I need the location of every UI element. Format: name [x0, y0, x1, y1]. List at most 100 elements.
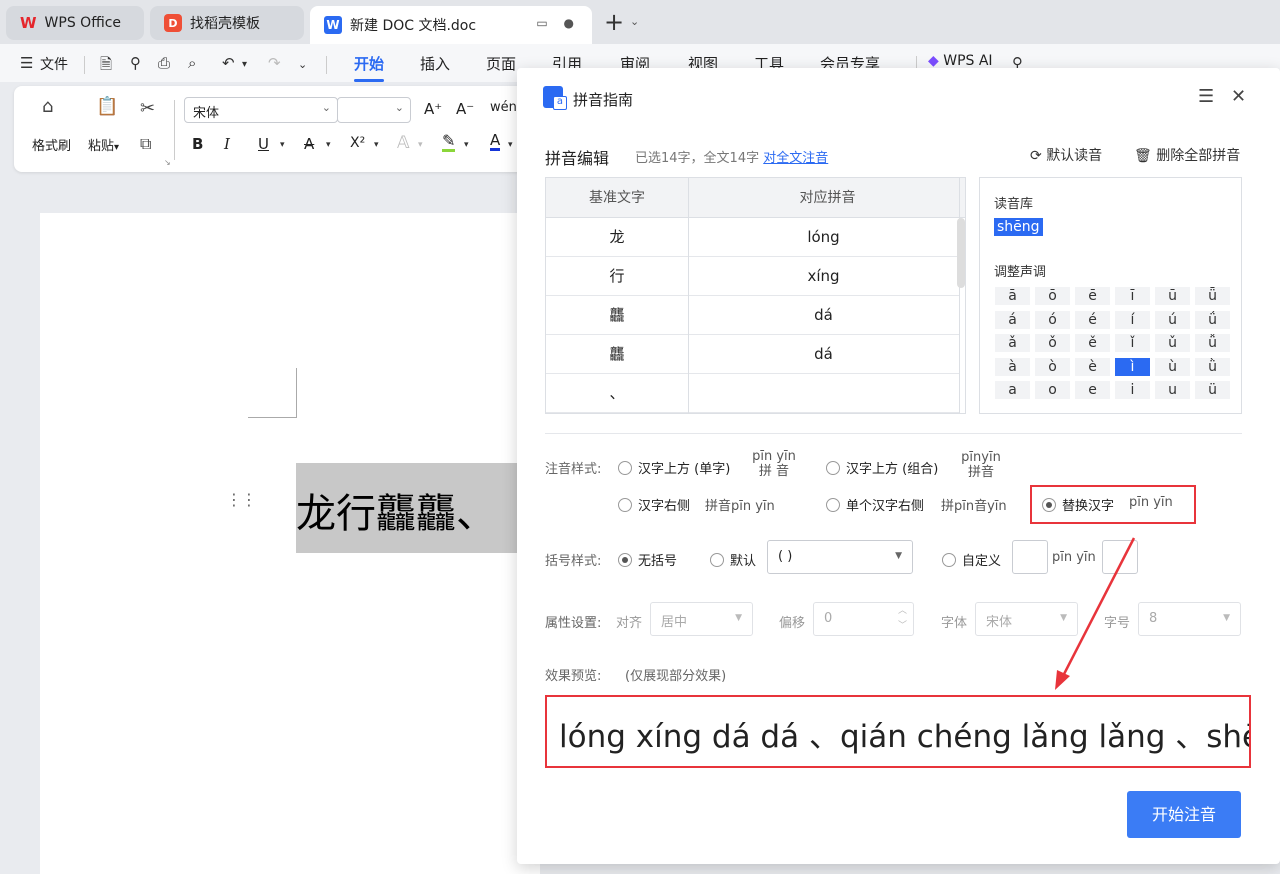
highlight-icon[interactable]: ✎: [442, 133, 456, 152]
hamburger-icon[interactable]: ☰: [20, 54, 33, 72]
table-row[interactable]: 龙 lóng: [546, 218, 959, 257]
tone-cell[interactable]: ò: [1035, 357, 1070, 376]
shrink-font-button[interactable]: A⁻: [456, 100, 474, 118]
pinyin-guide-button[interactable]: wén: [490, 100, 517, 115]
bracket-custom-radio[interactable]: 自定义: [942, 550, 1001, 569]
menu-page[interactable]: 页面: [486, 53, 516, 74]
clipboard-expand-icon[interactable]: ↘: [164, 158, 171, 167]
tone-cell[interactable]: ó: [1035, 310, 1070, 329]
strikethrough-button[interactable]: A: [304, 135, 314, 153]
paste-button[interactable]: 粘贴▾: [88, 135, 119, 154]
tone-cell[interactable]: ū: [1155, 287, 1190, 305]
paste-icon[interactable]: 📋: [96, 96, 118, 117]
style-above-group-radio[interactable]: 汉字上方 (组合): [826, 458, 938, 477]
tab-status-icon[interactable]: ▭ ●: [536, 16, 580, 30]
tone-cell[interactable]: ǒ: [1035, 334, 1070, 352]
tone-cell[interactable]: e: [1075, 381, 1110, 399]
font-select[interactable]: 宋体 ▼: [975, 602, 1078, 636]
tone-cell[interactable]: ǐ: [1115, 334, 1150, 352]
tone-cell[interactable]: ě: [1075, 334, 1110, 352]
pinyin-cell[interactable]: lóng: [688, 218, 959, 257]
bracket-none-radio[interactable]: 无括号: [618, 550, 677, 569]
print-preview-icon[interactable]: ⌕: [188, 54, 196, 72]
share-icon[interactable]: ⚲: [130, 54, 141, 72]
pinyin-cell[interactable]: dá: [688, 296, 959, 335]
more-chevron-icon[interactable]: ⌄: [298, 58, 307, 71]
underline-button[interactable]: U: [258, 135, 269, 153]
tone-cell[interactable]: é: [1075, 310, 1110, 329]
default-reading-button[interactable]: ⟳ 默认读音: [1030, 145, 1102, 165]
table-row[interactable]: 龘 dá: [546, 335, 959, 374]
tab-wps-office[interactable]: W WPS Office: [6, 6, 144, 40]
table-row[interactable]: 行 xíng: [546, 257, 959, 296]
undo-icon[interactable]: ↶: [222, 54, 235, 72]
drag-handle-icon[interactable]: ⋮⋮: [226, 492, 257, 508]
menu-insert[interactable]: 插入: [420, 53, 450, 74]
stepper-arrows-icon[interactable]: ︿ ﹀: [898, 604, 907, 634]
tone-cell[interactable]: ǖ: [1195, 287, 1230, 305]
menu-home[interactable]: 开始: [354, 53, 385, 82]
offset-stepper[interactable]: 0 ︿ ﹀: [813, 602, 914, 636]
tab-document[interactable]: W 新建 DOC 文档.doc ▭ ●: [310, 6, 592, 44]
tone-cell[interactable]: í: [1115, 310, 1150, 329]
tone-cell[interactable]: ē: [1075, 287, 1110, 305]
strikethrough-dropdown-icon[interactable]: ▾: [326, 140, 331, 150]
tone-cell[interactable]: a: [995, 381, 1030, 399]
superscript-button[interactable]: X²: [350, 135, 365, 151]
size-select[interactable]: 8 ▼: [1138, 602, 1241, 636]
bracket-default-radio[interactable]: 默认: [710, 550, 756, 569]
style-single-right-radio[interactable]: 单个汉字右侧: [826, 495, 924, 514]
tone-cell[interactable]: ì: [1115, 357, 1150, 376]
tone-cell[interactable]: ō: [1035, 287, 1070, 305]
tone-cell[interactable]: ī: [1115, 287, 1150, 305]
save-icon[interactable]: 🗎: [100, 54, 112, 79]
tone-cell[interactable]: o: [1035, 381, 1070, 399]
bracket-default-select[interactable]: ( ) ▼: [767, 540, 913, 574]
underline-dropdown-icon[interactable]: ▾: [280, 140, 285, 150]
tone-cell[interactable]: ú: [1155, 310, 1190, 329]
close-icon[interactable]: ✕: [1231, 86, 1246, 107]
document-selected-text[interactable]: 龙行龘龘、: [296, 463, 526, 553]
reading-library-item[interactable]: shēng: [994, 218, 1043, 236]
tone-cell[interactable]: ü: [1195, 381, 1230, 399]
tab-docer-templates[interactable]: D 找稻壳模板: [150, 6, 304, 40]
cut-icon[interactable]: ✂: [140, 98, 155, 119]
font-size-select[interactable]: ⌄: [337, 97, 411, 123]
tone-cell[interactable]: ǘ: [1195, 310, 1230, 329]
tone-cell[interactable]: i: [1115, 381, 1150, 399]
grow-font-button[interactable]: A⁺: [424, 100, 442, 118]
highlight-dropdown-icon[interactable]: ▾: [464, 140, 469, 150]
tone-cell[interactable]: ǎ: [995, 334, 1030, 352]
font-color-dropdown-icon[interactable]: ▾: [508, 140, 513, 150]
table-scrollbar[interactable]: [957, 218, 965, 288]
undo-dropdown-icon[interactable]: ▾: [242, 59, 247, 70]
tone-cell[interactable]: ǜ: [1195, 357, 1230, 376]
menu-wps-ai[interactable]: ◆ WPS AI: [928, 53, 993, 69]
font-name-select[interactable]: 宋体 ⌄: [184, 97, 338, 123]
new-tab-button[interactable]: +: [604, 8, 624, 36]
align-select[interactable]: 居中 ▼: [650, 602, 753, 636]
text-effect-dropdown-icon[interactable]: ▾: [418, 140, 423, 150]
bracket-custom-right-input[interactable]: [1102, 540, 1138, 574]
print-icon[interactable]: ⎙: [158, 54, 170, 72]
copy-icon[interactable]: ⧉: [140, 134, 151, 154]
menu-icon[interactable]: ☰: [1198, 86, 1214, 107]
text-effect-icon[interactable]: 𝔸: [397, 133, 410, 153]
superscript-dropdown-icon[interactable]: ▾: [374, 140, 379, 150]
redo-icon[interactable]: ↷: [268, 54, 281, 72]
table-row[interactable]: 龘 dá: [546, 296, 959, 335]
format-painter-icon[interactable]: ⌂: [42, 96, 53, 117]
table-row[interactable]: 、: [546, 374, 959, 413]
start-annotation-button[interactable]: 开始注音: [1127, 791, 1241, 838]
style-replace-radio[interactable]: 替换汉字: [1042, 495, 1114, 514]
tone-cell[interactable]: ǔ: [1155, 334, 1190, 352]
font-color-button[interactable]: A: [490, 132, 501, 151]
tone-cell[interactable]: è: [1075, 357, 1110, 376]
pinyin-cell[interactable]: [688, 374, 959, 413]
format-painter-button[interactable]: 格式刷: [32, 135, 71, 154]
style-right-radio[interactable]: 汉字右侧: [618, 495, 690, 514]
tone-cell[interactable]: à: [995, 357, 1030, 376]
annotate-all-link[interactable]: 对全文注音: [763, 151, 828, 166]
tab-list-chevron-icon[interactable]: ⌄: [630, 15, 639, 28]
style-above-single-radio[interactable]: 汉字上方 (单字): [618, 458, 730, 477]
